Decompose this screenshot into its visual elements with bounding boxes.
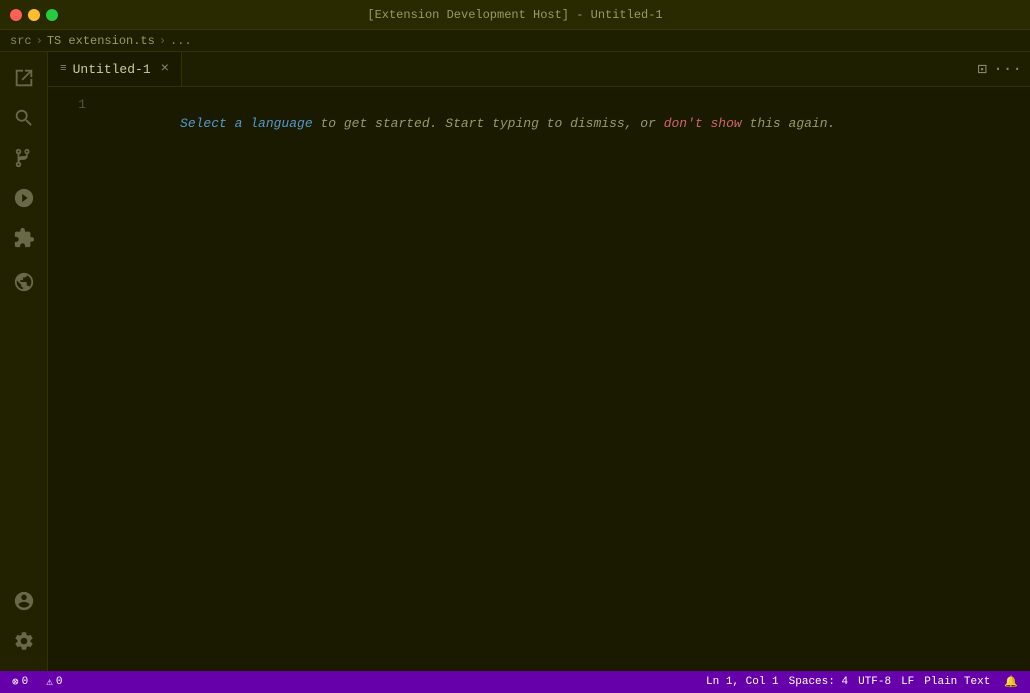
activity-bar-bottom xyxy=(6,583,42,671)
eol[interactable]: LF xyxy=(897,676,918,688)
line-numbers: 1 xyxy=(48,87,98,671)
warnings-count[interactable]: ⚠ 0 xyxy=(42,675,66,689)
breadcrumb: src › TS extension.ts › ... xyxy=(0,30,1030,52)
status-bar: ⊗ 0 ⚠ 0 Ln 1, Col 1 Spaces: 4 UTF-8 LF P… xyxy=(0,671,1030,693)
run-debug-icon[interactable] xyxy=(6,180,42,216)
main-layout: ≡ Untitled-1 × ⊡ ··· 1 Select a language… xyxy=(0,52,1030,671)
errors-count[interactable]: ⊗ 0 xyxy=(8,675,32,689)
warning-icon: ⚠ xyxy=(46,675,53,689)
editor-area: ≡ Untitled-1 × ⊡ ··· 1 Select a language… xyxy=(48,52,1030,671)
title-bar: [Extension Development Host] - Untitled-… xyxy=(0,0,1030,30)
editor-line-1: Select a language to get started. Start … xyxy=(102,95,1018,152)
tabs-bar: ≡ Untitled-1 × ⊡ ··· xyxy=(48,52,1030,87)
editor-text-area[interactable]: Select a language to get started. Start … xyxy=(98,87,1018,671)
hint-text-2: this again. xyxy=(742,116,836,131)
minimize-button[interactable] xyxy=(28,9,40,21)
tab-label: Untitled-1 xyxy=(73,62,151,77)
language-mode-text: Plain Text xyxy=(924,676,990,688)
cursor-position-text: Ln 1, Col 1 xyxy=(706,676,779,688)
breadcrumb-ts[interactable]: TS extension.ts xyxy=(47,34,155,48)
notifications-bell[interactable]: 🔔 xyxy=(1000,675,1022,689)
window-title: [Extension Development Host] - Untitled-… xyxy=(367,8,662,22)
breadcrumb-sep-1: › xyxy=(36,34,43,48)
search-icon[interactable] xyxy=(6,100,42,136)
indentation-text: Spaces: 4 xyxy=(789,676,848,688)
error-icon: ⊗ xyxy=(12,675,19,689)
tab-menu-icon: ≡ xyxy=(60,63,67,75)
tab-actions: ⊡ ··· xyxy=(978,52,1030,86)
source-control-icon[interactable] xyxy=(6,140,42,176)
indentation[interactable]: Spaces: 4 xyxy=(785,676,852,688)
select-language-link[interactable]: Select a language xyxy=(180,116,313,131)
tab-untitled-1[interactable]: ≡ Untitled-1 × xyxy=(48,52,182,86)
hint-text-1: to get started. Start typing to dismiss,… xyxy=(313,116,664,131)
activity-bar xyxy=(0,52,48,671)
status-right: Ln 1, Col 1 Spaces: 4 UTF-8 LF Plain Tex… xyxy=(702,675,1022,689)
encoding[interactable]: UTF-8 xyxy=(854,676,895,688)
extensions-icon[interactable] xyxy=(6,220,42,256)
error-count-value: 0 xyxy=(22,676,29,688)
bell-icon: 🔔 xyxy=(1004,675,1018,689)
editor-content[interactable]: 1 Select a language to get started. Star… xyxy=(48,87,1030,671)
split-editor-button[interactable]: ⊡ xyxy=(978,59,988,79)
explorer-icon[interactable] xyxy=(6,60,42,96)
tab-close-button[interactable]: × xyxy=(161,61,169,77)
scrollbar[interactable] xyxy=(1018,87,1030,671)
warning-count-value: 0 xyxy=(56,676,63,688)
maximize-button[interactable] xyxy=(46,9,58,21)
breadcrumb-ellipsis[interactable]: ... xyxy=(170,34,192,48)
language-mode[interactable]: Plain Text xyxy=(920,676,994,688)
close-button[interactable] xyxy=(10,9,22,21)
status-left: ⊗ 0 ⚠ 0 xyxy=(8,675,66,689)
remote-icon[interactable] xyxy=(6,264,42,300)
cursor-position[interactable]: Ln 1, Col 1 xyxy=(702,676,783,688)
settings-icon[interactable] xyxy=(6,623,42,659)
eol-text: LF xyxy=(901,676,914,688)
window-controls[interactable] xyxy=(10,9,58,21)
more-actions-button[interactable]: ··· xyxy=(993,60,1022,78)
encoding-text: UTF-8 xyxy=(858,676,891,688)
line-number-1: 1 xyxy=(48,95,86,114)
dont-show-link[interactable]: don't show xyxy=(664,116,742,131)
account-icon[interactable] xyxy=(6,583,42,619)
breadcrumb-src[interactable]: src xyxy=(10,34,32,48)
breadcrumb-sep-2: › xyxy=(159,34,166,48)
